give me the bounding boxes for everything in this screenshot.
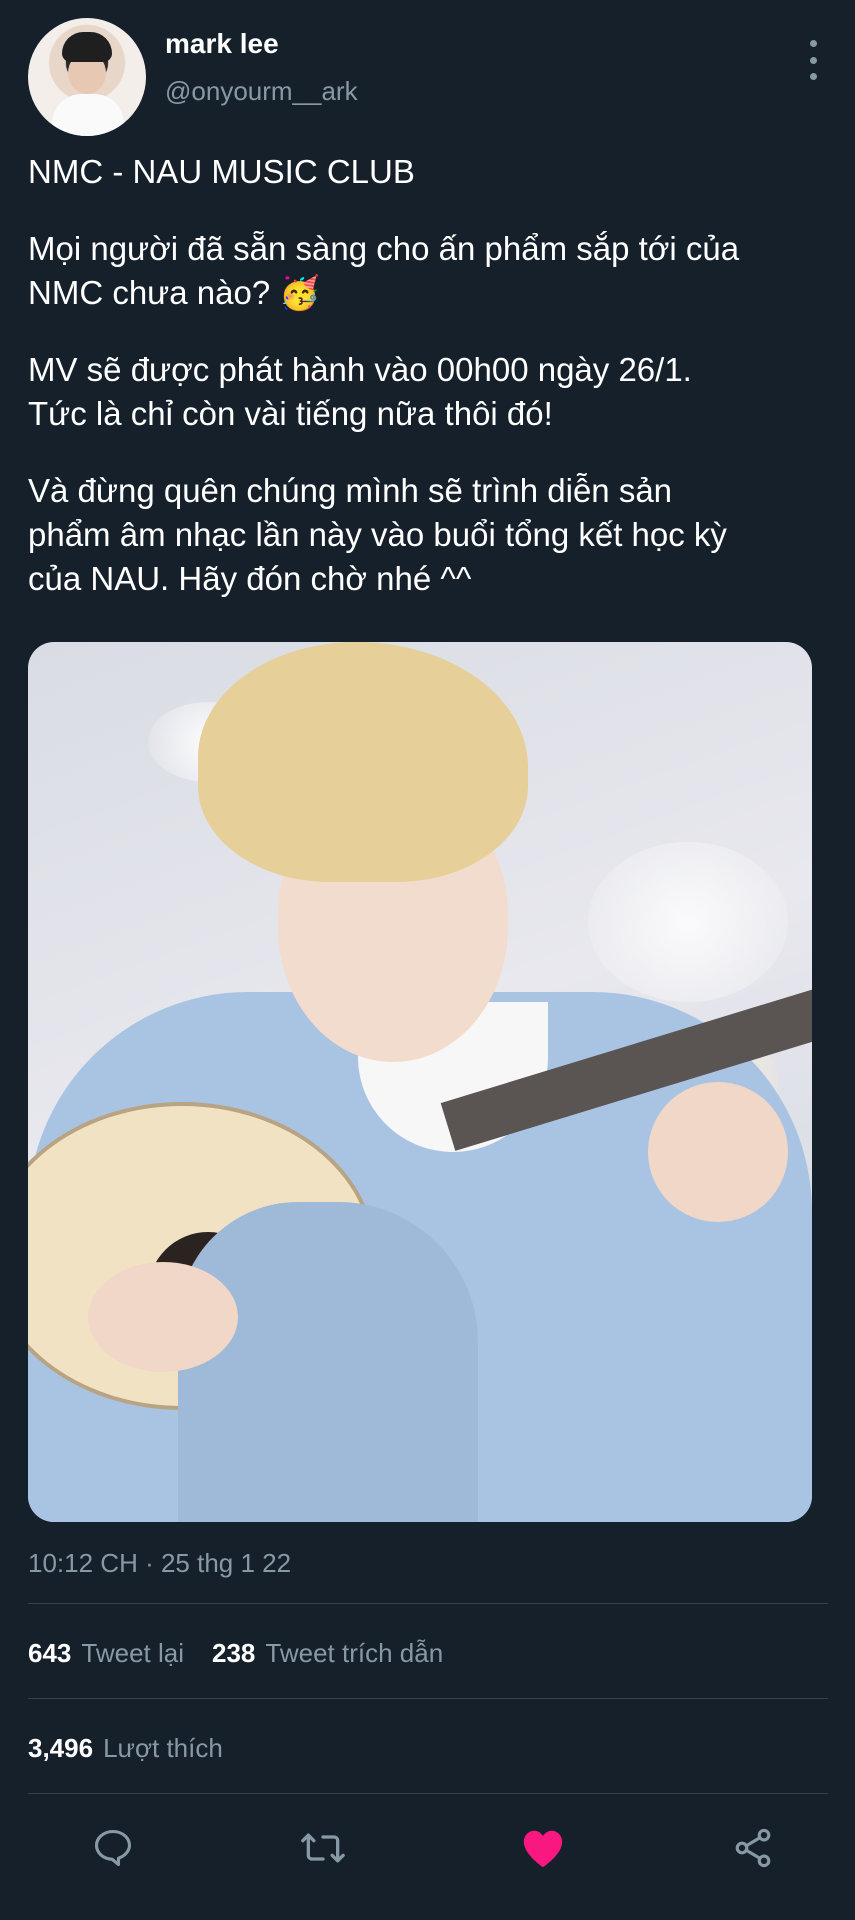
- divider: [28, 1603, 828, 1604]
- quote-stat[interactable]: 238 Tweet trích dẫn: [212, 1638, 443, 1668]
- divider: [28, 1698, 828, 1699]
- like-count: 3,496: [28, 1733, 94, 1763]
- retweet-icon[interactable]: [293, 1808, 353, 1888]
- reply-icon[interactable]: [83, 1808, 143, 1888]
- retweet-stat[interactable]: 643 Tweet lại: [28, 1638, 184, 1668]
- stats-row-retweets: 643 Tweet lại 238 Tweet trích dẫn: [28, 1638, 443, 1669]
- display-name[interactable]: mark lee: [165, 28, 279, 60]
- more-dot: [809, 73, 817, 80]
- like-stat[interactable]: 3,496 Lượt thích: [28, 1733, 223, 1763]
- photo-hand: [648, 1082, 788, 1222]
- retweet-count: 643: [28, 1638, 72, 1668]
- stats-row-likes: 3,496 Lượt thích: [28, 1733, 223, 1764]
- tweet-timestamp: 10:12 CH · 25 thg 1 22: [28, 1548, 292, 1578]
- tweet-paragraph: MV sẽ được phát hành vào 00h00 ngày 26/1…: [28, 351, 692, 432]
- share-icon[interactable]: [723, 1808, 783, 1888]
- photo-hair: [198, 642, 528, 882]
- avatar[interactable]: [28, 18, 146, 136]
- action-bar: [28, 1808, 828, 1888]
- avatar-hair: [62, 32, 112, 62]
- tweet-text: NMC - NAU MUSIC CLUB Mọi người đã sẵn sà…: [28, 150, 828, 634]
- user-handle[interactable]: @onyourm__ark: [165, 76, 358, 107]
- retweet-label: Tweet lại: [81, 1638, 184, 1668]
- photo-hand: [88, 1262, 238, 1372]
- more-dot: [809, 56, 817, 64]
- avatar-shirt: [52, 94, 124, 136]
- divider: [28, 1793, 828, 1794]
- like-label: Lượt thích: [103, 1733, 223, 1763]
- photo-light-flare: [588, 842, 788, 1002]
- heart-icon[interactable]: [513, 1808, 573, 1888]
- quote-count: 238: [212, 1638, 256, 1668]
- more-dot: [809, 40, 817, 47]
- more-options-icon[interactable]: [798, 40, 828, 80]
- tweet-paragraph: Mọi người đã sẵn sàng cho ấn phẩm sắp tớ…: [28, 230, 740, 311]
- tweet-paragraph: Và đừng quên chúng mình sẽ trình diễn sả…: [28, 472, 727, 597]
- photo-jeans: [178, 1202, 478, 1522]
- tweet-photo[interactable]: [28, 642, 812, 1522]
- tweet-header: mark lee @onyourm__ark: [28, 18, 828, 138]
- tweet-paragraph: NMC - NAU MUSIC CLUB: [28, 153, 415, 190]
- quote-label: Tweet trích dẫn: [265, 1638, 444, 1668]
